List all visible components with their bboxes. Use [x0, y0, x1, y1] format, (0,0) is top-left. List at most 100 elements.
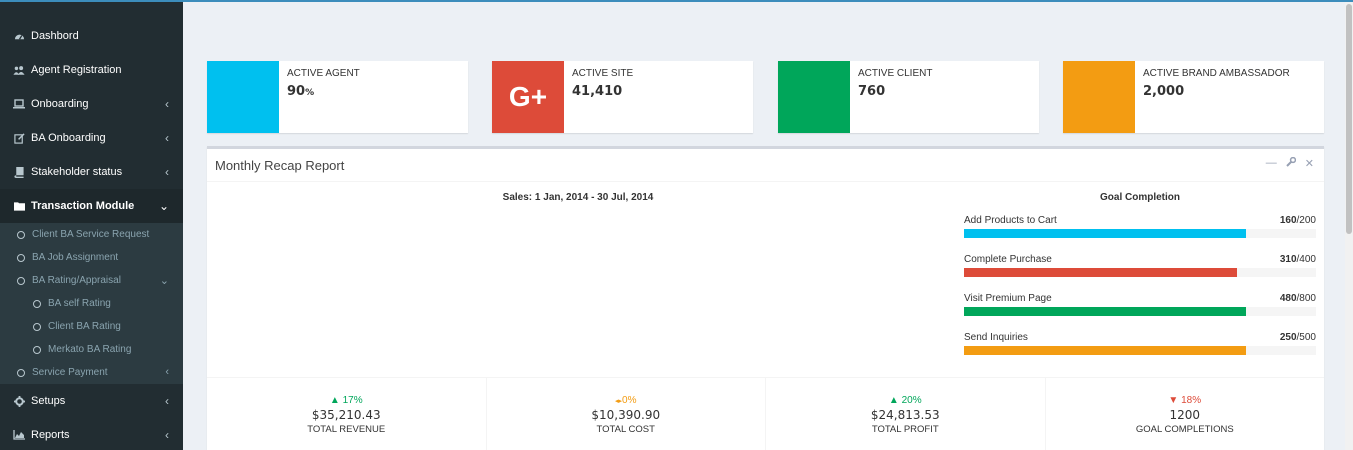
chevron-left-icon: ‹: [165, 97, 169, 111]
box-title: Monthly Recap Report: [215, 157, 345, 173]
sidebar-item-agent-registration[interactable]: Agent Registration: [0, 53, 183, 87]
main-content: Active Agent 90% G+ Active Site 41,410 A…: [183, 2, 1353, 450]
vertical-scrollbar[interactable]: [1345, 2, 1353, 450]
percentage-value: 0%: [622, 395, 637, 406]
progress-total: /800: [1296, 293, 1316, 304]
sidebar-item-dashboard[interactable]: Dashbord: [0, 19, 183, 53]
chevron-left-icon: ‹: [165, 165, 169, 179]
info-box-icon-area: [778, 61, 850, 133]
percentage: ◂▸0%: [487, 395, 766, 406]
submenu-item-client-ba-service-request[interactable]: Client BA Service Request: [0, 223, 183, 246]
amount: 1200: [1169, 408, 1201, 422]
monthly-recap-report-box: Monthly Recap Report — ✕ Sales: 1 Jan, 2…: [207, 146, 1324, 450]
circle-icon: [17, 276, 25, 285]
description-text: Goal Completions: [1135, 424, 1234, 435]
percentage-value: 20%: [901, 395, 922, 406]
goal-completion-title: Goal Completion: [1100, 192, 1180, 203]
chevron-left-icon: ‹: [165, 428, 169, 442]
sidebar-item-reports[interactable]: Reports ‹: [0, 418, 183, 450]
sidebar-item-label: Agent Registration: [31, 64, 122, 76]
percentage: ▲ 17%: [207, 395, 486, 406]
percentage: ▼ 18%: [1046, 395, 1325, 406]
info-box-label: Active Brand Ambassador: [1143, 68, 1290, 79]
progress-bar: [964, 229, 1316, 238]
circle-icon: [17, 368, 25, 377]
laptop-icon: [13, 98, 25, 110]
amount: $35,210.43: [311, 408, 381, 422]
sidebar-item-label: Reports: [31, 429, 70, 441]
sidebar-item-onboarding[interactable]: Onboarding ‹: [0, 87, 183, 121]
info-box-unit: %: [305, 88, 315, 98]
progress-bar: [964, 346, 1316, 355]
google-plus-icon: G+: [492, 61, 564, 133]
info-box-active-client: Active Client 760: [778, 61, 1039, 133]
info-box-label: Active Site: [572, 68, 634, 79]
folder-icon: [13, 200, 25, 212]
wrench-icon[interactable]: [1286, 156, 1296, 170]
progress-total: /500: [1296, 332, 1316, 343]
cog-icon: [13, 395, 25, 407]
chevron-left-icon: ‹: [165, 131, 169, 145]
info-box-active-agent: Active Agent 90%: [207, 61, 468, 133]
submenu-item-ba-self-rating[interactable]: BA self Rating: [0, 292, 183, 315]
dashboard-icon: [13, 30, 25, 42]
info-box-number: 90: [287, 84, 306, 99]
circle-icon: [17, 253, 25, 262]
submenu-item-label: Client BA Service Request: [32, 229, 150, 240]
box-header: Monthly Recap Report — ✕: [207, 149, 1324, 182]
info-box-icon-area: [207, 61, 279, 133]
progress-group: Visit Premium Page 480/800: [964, 293, 1316, 316]
submenu-item-label: Client BA Rating: [48, 321, 121, 332]
info-box-label: Active Client: [858, 68, 933, 79]
book-icon: [13, 166, 25, 178]
progress-fill: [964, 346, 1246, 355]
box-tools: — ✕: [1266, 156, 1314, 170]
chevron-left-icon: ‹: [165, 394, 169, 408]
transaction-submenu: Client BA Service Request BA Job Assignm…: [0, 223, 183, 384]
chevron-left-icon: ‹: [165, 366, 169, 378]
submenu-item-ba-job-assignment[interactable]: BA Job Assignment: [0, 246, 183, 269]
chevron-down-icon: ⌄: [158, 199, 169, 213]
progress-value: 160: [1279, 215, 1297, 226]
progress-group: Complete Purchase 310/400: [964, 254, 1316, 277]
caret-up-icon: ▲: [888, 395, 899, 406]
sidebar-item-transaction-module[interactable]: Transaction Module ⌄: [0, 189, 183, 223]
scrollbar-thumb[interactable]: [1346, 4, 1352, 234]
description-text: Total Revenue: [307, 424, 386, 435]
progress-group: Send Inquiries 250/500: [964, 332, 1316, 355]
sidebar-item-ba-onboarding[interactable]: BA Onboarding ‹: [0, 121, 183, 155]
progress-fill: [964, 229, 1246, 238]
collapse-icon[interactable]: —: [1266, 157, 1277, 170]
description-block-cost: ◂▸0% $10,390.90 Total Cost: [487, 378, 766, 450]
description-block-profit: ▲ 20% $24,813.53 Total Profit: [766, 378, 1046, 450]
submenu-item-label: BA Rating/Appraisal: [32, 275, 121, 286]
submenu-item-client-ba-rating[interactable]: Client BA Rating: [0, 315, 183, 338]
progress-value: 250: [1279, 332, 1297, 343]
caret-up-icon: ▲: [329, 395, 340, 406]
sidebar-item-label: Dashbord: [31, 30, 79, 42]
sidebar-item-stakeholder-status[interactable]: Stakeholder status ‹: [0, 155, 183, 189]
info-box-active-brand-ambassador: Active Brand Ambassador 2,000: [1063, 61, 1324, 133]
amount: $24,813.53: [870, 408, 940, 422]
info-box-value: 760: [858, 84, 886, 99]
sidebar-item-label: BA Onboarding: [31, 132, 106, 144]
description-block-goal-completions: ▼ 18% 1200 Goal Completions: [1046, 378, 1325, 450]
submenu-item-ba-rating-appraisal[interactable]: BA Rating/Appraisal ⌄: [0, 269, 183, 292]
close-icon[interactable]: ✕: [1305, 157, 1314, 170]
progress-label: Visit Premium Page: [964, 293, 1052, 304]
circle-icon: [33, 322, 41, 331]
submenu-item-service-payment[interactable]: Service Payment ‹: [0, 361, 183, 384]
description-block-revenue: ▲ 17% $35,210.43 Total Revenue: [207, 378, 487, 450]
progress-bar: [964, 307, 1316, 316]
progress-fill: [964, 307, 1246, 316]
sidebar-item-label: Stakeholder status: [31, 166, 123, 178]
sidebar-item-label: Setups: [31, 395, 66, 407]
circle-icon: [33, 299, 41, 308]
info-box-value: 41,410: [572, 84, 623, 99]
sidebar-item-setups[interactable]: Setups ‹: [0, 384, 183, 418]
edit-icon: [13, 132, 25, 144]
info-box-value: 2,000: [1143, 84, 1185, 99]
users-icon: [13, 64, 25, 76]
progress-fill: [964, 268, 1237, 277]
submenu-item-merkato-ba-rating[interactable]: Merkato BA Rating: [0, 338, 183, 361]
